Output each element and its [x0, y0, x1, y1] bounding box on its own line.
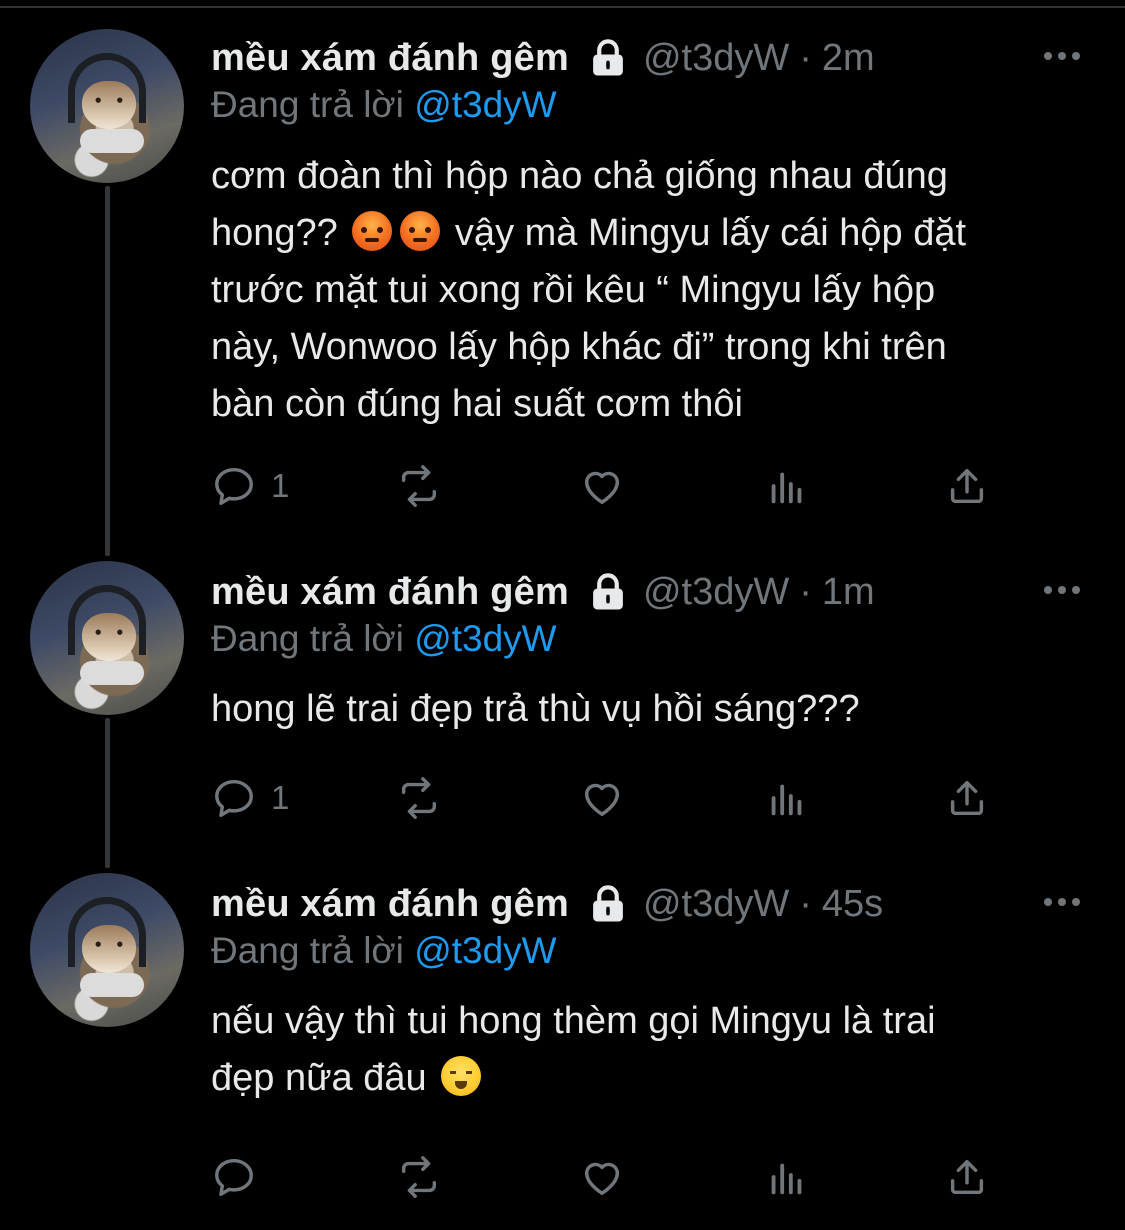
- more-options-icon[interactable]: [1042, 50, 1082, 62]
- share-icon: [944, 463, 990, 509]
- replying-mention-link[interactable]: @t3dyW: [414, 618, 556, 659]
- like-button[interactable]: [579, 1152, 625, 1202]
- more-options-icon[interactable]: [1042, 584, 1082, 596]
- tweet-text: cơm đoàn thì hộp nào chả giống nhau đúng…: [211, 148, 1091, 433]
- share-button[interactable]: [944, 773, 990, 823]
- share-button[interactable]: [944, 1152, 990, 1202]
- reply-button[interactable]: 1: [211, 461, 289, 511]
- views-icon: [764, 775, 810, 821]
- replying-prefix: Đang trả lời: [211, 930, 404, 971]
- like-icon: [579, 463, 625, 509]
- display-name[interactable]: mều xám đánh gêm: [211, 571, 569, 614]
- replying-to: Đang trả lời @t3dyW: [211, 84, 557, 126]
- like-icon: [579, 1154, 625, 1200]
- handle[interactable]: @t3dyW: [643, 37, 789, 80]
- reply-icon: [211, 463, 257, 509]
- share-button[interactable]: [944, 461, 990, 511]
- retweet-button[interactable]: [396, 1152, 442, 1202]
- tweet-header: mều xám đánh gêm @t3dyW · 2m: [211, 33, 875, 83]
- views-button[interactable]: [764, 461, 810, 511]
- views-icon: [764, 1154, 810, 1200]
- reply-thread: mều xám đánh gêm @t3dyW · 2m Đang trả lờ…: [0, 0, 1125, 1230]
- retweet-button[interactable]: [396, 461, 442, 511]
- reply-button[interactable]: 1: [211, 773, 289, 823]
- separator-dot: ·: [799, 36, 812, 79]
- tweet-text-part: nếu vậy thì tui hong thèm gọi Mingyu là …: [211, 1000, 936, 1099]
- face-with-steam-emoji: [441, 1056, 482, 1096]
- tweet-text: nếu vậy thì tui hong thèm gọi Mingyu là …: [211, 993, 1091, 1107]
- reply-icon: [211, 1154, 257, 1200]
- lock-icon: [587, 883, 629, 925]
- views-button[interactable]: [764, 1152, 810, 1202]
- tweet[interactable]: mều xám đánh gêm @t3dyW · 1m Đang trả lờ…: [0, 533, 1125, 863]
- reply-button[interactable]: [211, 1152, 271, 1202]
- replying-to: Đang trả lời @t3dyW: [211, 930, 557, 972]
- like-button[interactable]: [579, 461, 625, 511]
- replying-prefix: Đang trả lời: [211, 618, 404, 659]
- avatar[interactable]: [30, 29, 184, 183]
- like-button[interactable]: [579, 773, 625, 823]
- avatar[interactable]: [30, 561, 184, 715]
- angry-face-emoji: [400, 211, 441, 251]
- avatar[interactable]: [30, 873, 184, 1027]
- views-button[interactable]: [764, 773, 810, 823]
- reply-count: 1: [271, 779, 290, 816]
- retweet-icon: [396, 1154, 442, 1200]
- tweet-actions: [211, 1152, 1011, 1202]
- share-icon: [944, 1154, 990, 1200]
- tweet-header: mều xám đánh gêm @t3dyW · 45s: [211, 879, 883, 929]
- tweet-header: mều xám đánh gêm @t3dyW · 1m: [211, 567, 875, 617]
- like-icon: [579, 775, 625, 821]
- retweet-button[interactable]: [396, 773, 442, 823]
- tweet-actions: 1: [211, 773, 1011, 823]
- display-name[interactable]: mều xám đánh gêm: [211, 37, 569, 80]
- replying-prefix: Đang trả lời: [211, 84, 404, 125]
- replying-mention-link[interactable]: @t3dyW: [414, 84, 556, 125]
- lock-icon: [587, 37, 629, 79]
- separator-dot: ·: [799, 882, 812, 925]
- reply-icon: [211, 775, 257, 821]
- separator-dot: ·: [799, 570, 812, 613]
- timestamp[interactable]: 1m: [822, 571, 875, 614]
- tweet-actions: 1: [211, 461, 1011, 511]
- reply-count: 1: [271, 467, 290, 504]
- timestamp[interactable]: 45s: [822, 883, 883, 926]
- share-icon: [944, 775, 990, 821]
- views-icon: [764, 463, 810, 509]
- tweet[interactable]: mều xám đánh gêm @t3dyW · 2m Đang trả lờ…: [0, 0, 1125, 545]
- more-options-icon[interactable]: [1042, 896, 1082, 908]
- replying-mention-link[interactable]: @t3dyW: [414, 930, 556, 971]
- tweet[interactable]: mều xám đánh gêm @t3dyW · 45s Đang trả l…: [0, 845, 1125, 1230]
- display-name[interactable]: mều xám đánh gêm: [211, 883, 569, 926]
- handle[interactable]: @t3dyW: [643, 571, 789, 614]
- retweet-icon: [396, 775, 442, 821]
- handle[interactable]: @t3dyW: [643, 883, 789, 926]
- replying-to: Đang trả lời @t3dyW: [211, 618, 557, 660]
- tweet-text: hong lẽ trai đẹp trả thù vụ hồi sáng???: [211, 688, 860, 730]
- timestamp[interactable]: 2m: [822, 37, 875, 80]
- lock-icon: [587, 571, 629, 613]
- retweet-icon: [396, 463, 442, 509]
- angry-face-emoji: [352, 211, 393, 251]
